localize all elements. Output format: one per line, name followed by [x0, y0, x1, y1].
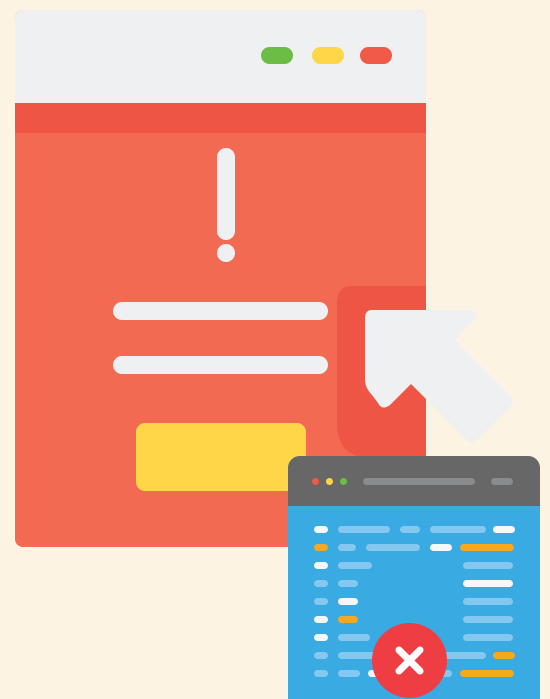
- code-token: [338, 580, 358, 587]
- code-token: [338, 598, 358, 605]
- address-bar-control[interactable]: [491, 478, 513, 485]
- code-token: [493, 652, 515, 659]
- code-token: [463, 598, 513, 605]
- code-token: [463, 580, 513, 587]
- code-token: [460, 544, 514, 551]
- code-token: [314, 580, 328, 587]
- code-token: [314, 670, 328, 677]
- code-token: [463, 562, 513, 569]
- code-token: [460, 670, 514, 677]
- code-token: [400, 526, 420, 533]
- address-bar[interactable]: [363, 478, 475, 485]
- error-x-icon: [372, 623, 447, 698]
- maximize-dot[interactable]: [340, 478, 347, 485]
- code-token: [338, 616, 358, 623]
- code-token: [314, 616, 328, 623]
- code-editor-window: [288, 456, 540, 699]
- code-token: [430, 544, 452, 551]
- code-token: [463, 616, 513, 623]
- minimize-dot[interactable]: [326, 478, 333, 485]
- code-token: [338, 670, 360, 677]
- code-area: [288, 506, 540, 699]
- code-token: [430, 526, 486, 533]
- code-token: [463, 634, 513, 641]
- code-token: [493, 526, 515, 533]
- code-token: [338, 634, 370, 641]
- code-token: [338, 562, 372, 569]
- code-window-titlebar: [288, 456, 540, 506]
- code-token: [314, 562, 328, 569]
- illustration: { "illustration": { "main_window": { "tr…: [0, 0, 550, 699]
- code-token: [338, 544, 356, 551]
- code-token: [314, 526, 328, 533]
- code-token: [338, 526, 390, 533]
- code-token: [314, 598, 328, 605]
- code-token: [366, 544, 420, 551]
- code-token: [314, 544, 328, 551]
- close-dot[interactable]: [312, 478, 319, 485]
- code-token: [314, 634, 328, 641]
- code-token: [314, 652, 328, 659]
